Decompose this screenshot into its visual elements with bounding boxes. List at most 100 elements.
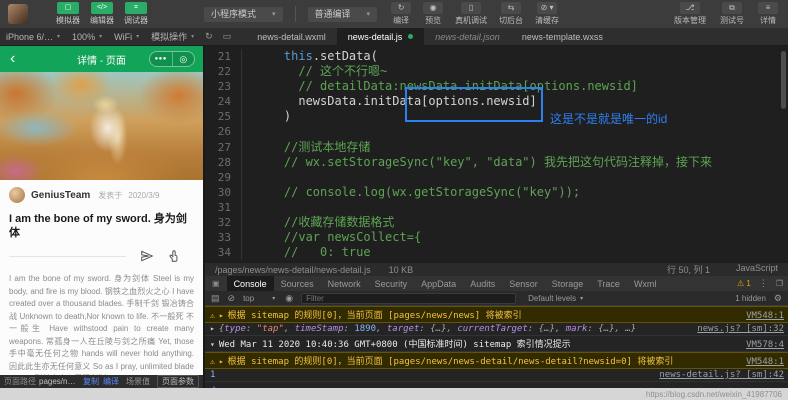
network-select[interactable]: WiFi ▾ [108, 28, 145, 45]
devtools-tab-Console[interactable]: Console [227, 276, 274, 291]
tab-news-detail.json[interactable]: news-detail.json [424, 28, 511, 45]
dock-side-icon[interactable]: ❐ [776, 279, 783, 288]
close-target-icon[interactable]: ◎ [173, 52, 195, 66]
console-message[interactable]: ▾ Wed Mar 11 2020 10:40:36 GMT+0800 (中国标准… [205, 336, 788, 352]
compile-icon: ↻ [391, 2, 411, 14]
line-number: 34 [205, 245, 242, 260]
panel-toggle-编辑器[interactable]: </>编辑器 [90, 2, 114, 26]
background-switch-icon: ⇆ [501, 2, 521, 14]
action-label: 切后台 [499, 15, 523, 26]
code-editor[interactable]: 21 this.setData(22 // 这个不行嗯~23 // detail… [205, 46, 788, 262]
mode-dropdown[interactable]: 小程序模式 ▾ [204, 7, 283, 22]
chevron-down-icon: ▾ [136, 33, 139, 40]
screenshot-icon[interactable]: ▭ [218, 28, 237, 45]
panel-toggle-调试器[interactable]: ⌗调试器 [124, 2, 148, 26]
rotate-icon[interactable]: ↻ [200, 28, 218, 45]
author-avatar[interactable] [9, 187, 25, 203]
like-hand-icon[interactable] [167, 249, 181, 263]
source-link[interactable]: VM548:1 [746, 311, 784, 321]
code-segment: ) [255, 109, 291, 123]
action-编译[interactable]: ↻编译 [391, 2, 411, 26]
tab-news-detail.js[interactable]: news-detail.js [337, 28, 425, 45]
simulator-panel: ‹ 详情 - 页面 ●●● ◎ GeniusTeam 发表于 2020/3/9 … [0, 46, 205, 388]
chevron-down-icon: ▾ [57, 33, 60, 40]
eye-icon[interactable]: ◉ [285, 293, 293, 304]
compile-link[interactable]: 编译 [103, 376, 119, 387]
action-预览[interactable]: ◉预览 [423, 2, 443, 26]
tab-news-template.wxss[interactable]: news-template.wxss [511, 28, 614, 45]
device-select[interactable]: iPhone 6/… ▾ [0, 28, 66, 45]
more-menu-icon[interactable]: ●●● [150, 52, 173, 66]
action-label: 测试号 [720, 15, 744, 26]
code-segment: //测试本地存储 [255, 140, 370, 154]
console-message[interactable]: 1news-detail.js? [sm]:42 [205, 369, 788, 382]
action-label: 真机调试 [455, 15, 487, 26]
code-text: //var newsCollect={ [255, 230, 421, 245]
expand-arrow-icon[interactable]: ▸ [219, 311, 224, 320]
gear-icon[interactable]: ⚙ [774, 293, 782, 304]
debugger-icon: ⌗ [125, 2, 147, 14]
editor-scrollbar[interactable] [781, 51, 786, 109]
console-message[interactable]: ⚠▸根据 sitemap 的规则[0]，当前页面 [pages/news/new… [205, 306, 788, 323]
console-message[interactable]: ▸{type: "tap", timeStamp: 1890, target: … [205, 323, 788, 336]
chevron-down-icon: ▾ [367, 7, 371, 22]
devtools-tab-AppData[interactable]: AppData [414, 276, 463, 291]
compile-mode-dropdown[interactable]: 普通编译 ▾ [308, 7, 378, 22]
zoom-select[interactable]: 100% ▾ [66, 28, 108, 45]
file-size: 10 KB [389, 265, 414, 275]
source-link[interactable]: VM548:1 [746, 357, 784, 367]
main-region: ‹ 详情 - 页面 ●●● ◎ GeniusTeam 发表于 2020/3/9 … [0, 46, 788, 388]
devtools-tab-Storage[interactable]: Storage [545, 276, 591, 291]
code-segment: this [284, 49, 313, 63]
message-segment: timeStamp [295, 324, 344, 334]
publish-date: 2020/3/9 [128, 191, 159, 200]
toolbar-divider [295, 6, 296, 22]
context-select[interactable]: top ▾ [243, 294, 275, 303]
console-sidebar-icon[interactable]: ▤ [211, 293, 220, 304]
annotation-box [405, 87, 543, 122]
devtools-tab-Security[interactable]: Security [368, 276, 415, 291]
tab-label: news-detail.json [435, 32, 500, 42]
log-levels-select[interactable]: Default levels ▾ [528, 294, 583, 303]
clear-console-icon[interactable]: ⊘ [228, 293, 236, 304]
action-测试号[interactable]: ⧉测试号 [720, 2, 744, 26]
article-hero-image [0, 72, 203, 180]
source-link[interactable]: news-detail.js? [sm]:42 [659, 370, 784, 380]
console-message[interactable]: ⚠▸根据 sitemap 的规则[0]，当前页面 [pages/news/new… [205, 352, 788, 369]
devtools-panel-icon[interactable]: ▣ [205, 276, 227, 291]
simulate-menu[interactable]: 模拟操作 ▾ [145, 28, 200, 45]
action-详情[interactable]: ≡详情 [758, 2, 778, 26]
action-版本管理[interactable]: ⎇版本管理 [674, 2, 706, 26]
source-link[interactable]: VM578:4 [746, 340, 784, 350]
devtools-tab-Sources[interactable]: Sources [274, 276, 321, 291]
expand-arrow-icon[interactable]: ▸ [219, 357, 224, 366]
devtools-tab-Wxml[interactable]: Wxml [627, 276, 664, 291]
copy-link[interactable]: 复制 [83, 376, 99, 387]
kebab-menu-icon[interactable]: ⋮ [759, 278, 768, 289]
devtools-tab-Sensor[interactable]: Sensor [502, 276, 545, 291]
expand-arrow-icon[interactable]: ▸ [210, 324, 215, 333]
devtools-tab-Network[interactable]: Network [321, 276, 368, 291]
panel-toggle-模拟器[interactable]: ▢模拟器 [56, 2, 80, 26]
code-line: 27 //测试本地存储 [205, 140, 788, 155]
language-mode[interactable]: JavaScript [736, 263, 778, 276]
page-params-button[interactable]: 页面参数 [157, 375, 199, 388]
user-avatar[interactable] [8, 4, 28, 24]
warning-count-badge[interactable]: ⚠ 1 [737, 279, 751, 288]
devtools-tab-Trace[interactable]: Trace [590, 276, 627, 291]
filter-input[interactable] [301, 293, 516, 304]
line-number: 33 [205, 230, 242, 245]
test-account-icon: ⧉ [722, 2, 742, 14]
tab-news-detail.wxml[interactable]: news-detail.wxml [246, 28, 337, 45]
message-segment: Wed Mar 11 2020 10:40:36 GMT+0800 (中国标准时… [219, 340, 571, 350]
action-label: 清缓存 [535, 15, 559, 26]
action-清缓存[interactable]: ⊘ ▾清缓存 [535, 2, 559, 26]
devtools-tab-Audits[interactable]: Audits [463, 276, 502, 291]
line-number: 32 [205, 215, 242, 230]
action-真机调试[interactable]: ▯真机调试 [455, 2, 487, 26]
share-icon[interactable] [140, 249, 154, 263]
source-link[interactable]: news.js? [sm]:32 [697, 324, 784, 334]
expand-arrow-icon[interactable]: ▾ [210, 340, 215, 349]
action-切后台[interactable]: ⇆切后台 [499, 2, 523, 26]
message-text: Wed Mar 11 2020 10:40:36 GMT+0800 (中国标准时… [219, 337, 738, 350]
